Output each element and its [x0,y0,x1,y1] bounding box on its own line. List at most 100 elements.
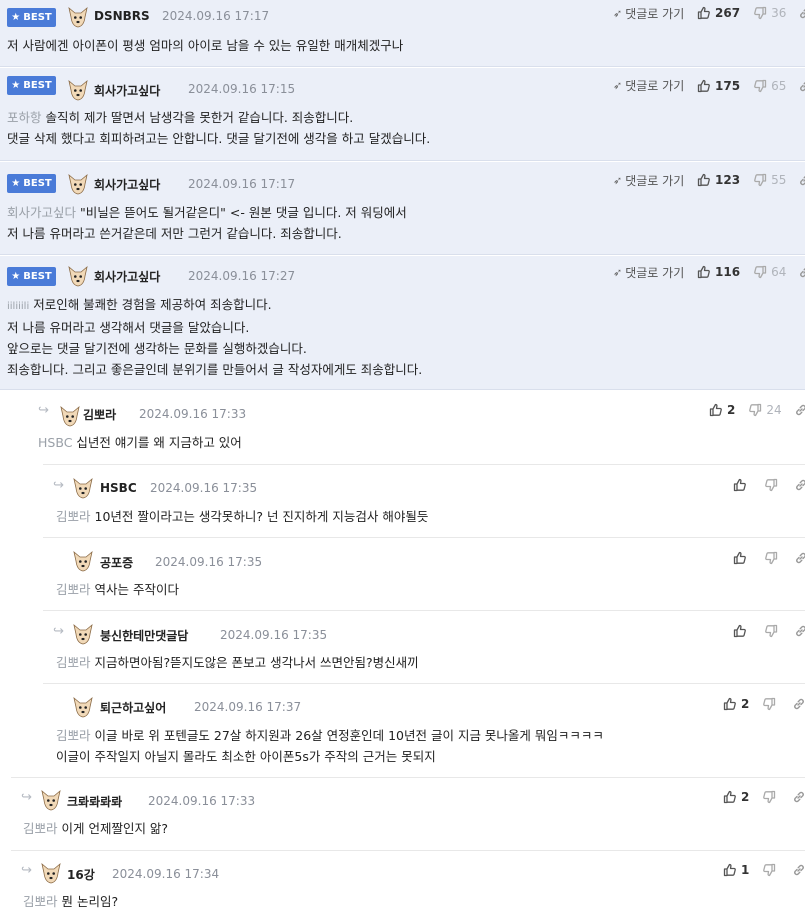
avatar[interactable] [58,404,80,427]
comment-author[interactable]: 김뽀라 [83,406,116,423]
thumbs-up-icon [723,790,737,804]
downvote-button[interactable] [764,551,782,565]
mention-link[interactable]: 회사가고싶다 [7,205,76,220]
link-icon[interactable] [798,173,805,187]
thumbs-down-icon [753,79,767,93]
avatar[interactable] [39,861,63,885]
comment-body: iiliiili 저로인해 불쾌한 경험을 제공하여 죄송합니다. 저 나름 유… [7,294,422,380]
link-icon[interactable] [798,79,805,93]
comment-author[interactable]: 회사가고싶다 [94,176,160,193]
comment-date: 2024.09.16 17:37 [194,700,302,714]
link-icon[interactable] [794,478,805,492]
comment-line: 김뽀라 역사는 주작이다 [56,582,179,597]
mention-link[interactable]: 김뽀라 [23,821,58,836]
comment-line: 회사가고싶다 "비닐은 뜯어도 될거같은디" <- 원본 댓글 입니다. 저 워… [7,205,407,220]
thumbs-down-icon [762,863,776,877]
mention-link[interactable]: 김뽀라 [56,509,91,524]
avatar[interactable] [66,172,90,196]
thumbs-down-icon [764,624,778,638]
comment-author[interactable]: 회사가고싶다 [94,82,160,99]
comment-author[interactable]: 크롸롸롸롸 [67,793,122,810]
link-icon[interactable] [794,403,805,417]
mention-link[interactable]: 김뽀라 [56,728,91,743]
downvote-button[interactable] [762,697,780,711]
comment-author[interactable]: 회사가고싶다 [94,268,160,285]
comment-author[interactable]: 공포증 [100,554,133,571]
comment-author[interactable]: DSNBRS [94,9,150,23]
goto-comment-link[interactable]: ➶ 댓글로 가기 [613,264,684,281]
upvote-button[interactable]: 116 [697,265,740,279]
upvote-button[interactable]: 2 [709,403,735,417]
avatar[interactable] [66,78,90,102]
comment-body: HSBC 십년전 얘기를 왜 지금하고 있어 [38,432,242,453]
downvote-button[interactable]: 65 [753,79,786,93]
link-icon[interactable] [792,697,805,711]
vote-group: 2 24 [709,402,805,418]
upvote-button[interactable] [733,624,751,638]
reply-comment: ↪ 크롸롸롸롸 2024.09.16 17:33 2 김뽀라 이게 언제짤인지 … [11,777,805,850]
upvote-button[interactable]: 2 [723,697,749,711]
vote-group: 123 55 [697,172,805,188]
best-badge: ★ BEST [7,76,56,95]
reply-arrow-icon: ↪ [38,403,49,418]
upvote-button[interactable] [733,551,751,565]
avatar[interactable] [66,5,90,29]
mention-link[interactable]: 포하항 [7,110,42,125]
link-icon[interactable] [798,265,805,279]
downvote-button[interactable] [764,478,782,492]
mention-link[interactable]: 김뽀라 [56,655,91,670]
link-icon[interactable] [794,551,805,565]
comment-line: iiliiili 저로인해 불쾌한 경험을 제공하여 죄송합니다. [7,297,272,312]
comment-line: HSBC 십년전 얘기를 왜 지금하고 있어 [38,435,242,450]
mention-link[interactable]: 김뽀라 [23,894,58,909]
upvote-button[interactable]: 2 [723,790,749,804]
upvote-button[interactable] [733,478,751,492]
comment-author[interactable]: 16강 [67,866,95,883]
upvote-button[interactable]: 267 [697,6,740,20]
vote-group [733,623,805,639]
avatar[interactable] [39,788,63,812]
comment-date: 2024.09.16 17:17 [162,9,270,23]
link-icon[interactable] [798,6,805,20]
downvote-button[interactable] [762,790,780,804]
avatar[interactable] [71,476,95,500]
downvote-button[interactable]: 55 [753,173,786,187]
comment-body: 김뽀라 뭔 논리임? [23,891,118,912]
star-icon: ★ [11,12,21,23]
comment-author[interactable]: HSBC [100,481,137,495]
thumbs-up-icon [697,79,711,93]
downvote-button[interactable]: 36 [753,6,786,20]
downvote-button[interactable] [762,863,780,877]
vote-group [733,477,805,493]
comment-author[interactable]: 붕신한테만댓글담 [100,627,188,644]
goto-comment-link[interactable]: ➶ 댓글로 가기 [613,5,684,22]
downvote-button[interactable] [764,624,782,638]
reply-comment: 공포증 2024.09.16 17:35 김뽀라 역사는 주작이다 [43,537,805,610]
comment-author[interactable]: 퇴근하고싶어 [100,699,166,716]
upvote-button[interactable]: 123 [697,173,740,187]
link-icon[interactable] [792,863,805,877]
thumbs-up-icon [723,697,737,711]
comment-date: 2024.09.16 17:33 [139,407,247,421]
reply-comment: ↪ 16강 2024.09.16 17:34 1 김뽀라 뭔 논리임? [11,850,805,920]
avatar[interactable] [71,622,95,646]
link-icon[interactable] [794,624,805,638]
goto-comment-link[interactable]: ➶ 댓글로 가기 [613,172,684,189]
mention-link[interactable]: HSBC [38,435,72,450]
comment-date: 2024.09.16 17:33 [148,794,256,808]
mention-link[interactable]: iiliiili [7,301,29,312]
comment-date: 2024.09.16 17:15 [188,82,296,96]
avatar[interactable] [71,695,95,719]
mention-link[interactable]: 김뽀라 [56,582,91,597]
vote-group: 267 36 [697,5,805,21]
downvote-button[interactable]: 64 [753,265,786,279]
avatar[interactable] [66,264,90,288]
reply-arrow-icon: ↪ [21,790,32,805]
upvote-button[interactable]: 1 [723,863,749,877]
link-icon[interactable] [792,790,805,804]
avatar[interactable] [71,549,95,573]
vote-group: 116 64 [697,264,805,280]
goto-comment-link[interactable]: ➶ 댓글로 가기 [613,77,684,94]
upvote-button[interactable]: 175 [697,79,740,93]
downvote-button[interactable]: 24 [748,403,782,417]
